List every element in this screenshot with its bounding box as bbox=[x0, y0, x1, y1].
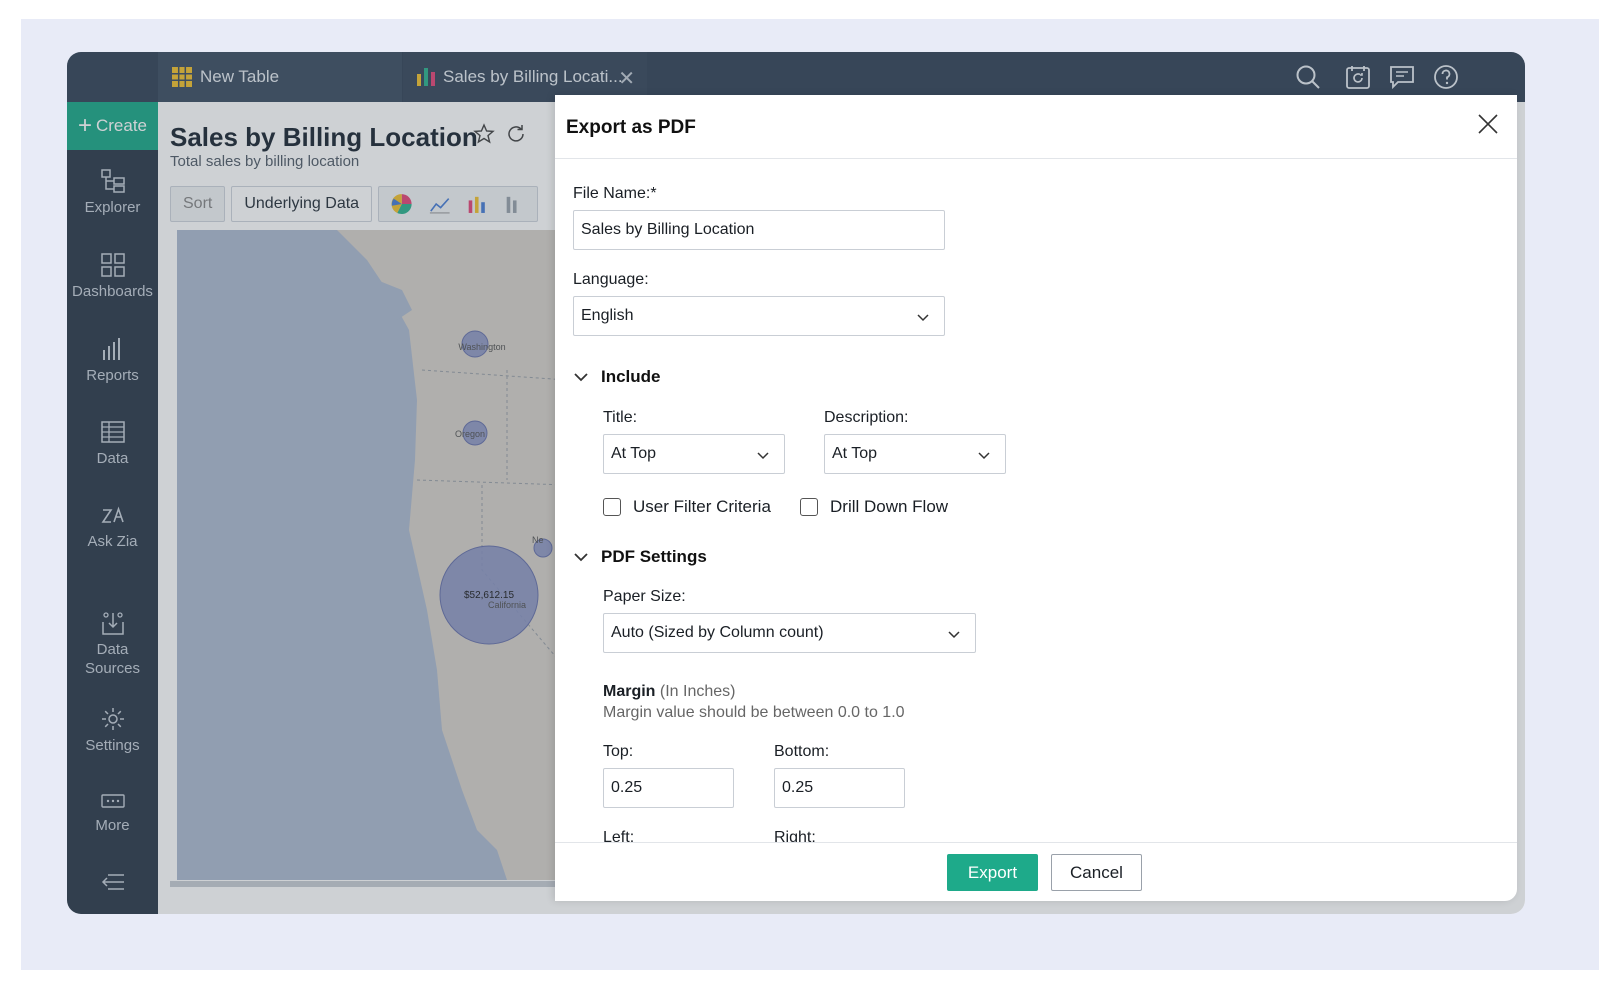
drill-down-label: Drill Down Flow bbox=[830, 497, 949, 516]
bottom-margin-value: 0.25 bbox=[782, 779, 814, 796]
paper-size-label: Paper Size: bbox=[603, 588, 686, 605]
right-margin-label: Right: bbox=[774, 829, 816, 842]
chevron-down-icon bbox=[978, 452, 990, 460]
chevron-down-icon bbox=[948, 631, 960, 639]
bottom-margin-input[interactable]: 0.25 bbox=[774, 768, 905, 808]
margin-hint: Margin value should be between 0.0 to 1.… bbox=[603, 704, 905, 721]
title-label: Title: bbox=[603, 409, 638, 426]
footer-divider bbox=[555, 842, 1517, 843]
divider bbox=[555, 158, 1517, 159]
description-position-value: At Top bbox=[832, 445, 878, 462]
close-icon[interactable] bbox=[1475, 111, 1501, 137]
chevron-down-icon bbox=[574, 553, 588, 562]
title-position-value: At Top bbox=[611, 445, 657, 462]
cancel-button[interactable]: Cancel bbox=[1051, 854, 1142, 891]
language-value: English bbox=[581, 307, 634, 324]
left-margin-label: Left: bbox=[603, 829, 635, 842]
export-button[interactable]: Export bbox=[947, 854, 1038, 891]
margin-label: Margin bbox=[603, 683, 656, 700]
margin-unit: (In Inches) bbox=[659, 683, 736, 700]
user-filter-label: User Filter Criteria bbox=[633, 497, 771, 516]
file-name-value: Sales by Billing Location bbox=[581, 221, 755, 238]
paper-size-value: Auto (Sized by Column count) bbox=[611, 624, 824, 641]
export-pdf-dialog: Export as PDF File Name:* Sales by Billi… bbox=[555, 95, 1517, 901]
margin-heading: Margin (In Inches) bbox=[603, 683, 736, 701]
chevron-down-icon bbox=[757, 452, 769, 460]
include-section-toggle[interactable]: Include bbox=[573, 367, 661, 387]
checkbox-box[interactable] bbox=[603, 498, 621, 516]
dialog-title: Export as PDF bbox=[566, 117, 696, 138]
language-select[interactable]: English bbox=[573, 296, 945, 336]
scroll-clip: Left: Right: bbox=[555, 823, 1517, 842]
bottom-margin-label: Bottom: bbox=[774, 743, 830, 760]
paper-size-select[interactable]: Auto (Sized by Column count) bbox=[603, 613, 976, 653]
user-filter-checkbox[interactable]: User Filter Criteria bbox=[603, 497, 771, 517]
chevron-down-icon bbox=[574, 373, 588, 382]
include-label: Include bbox=[601, 367, 661, 386]
file-name-input[interactable]: Sales by Billing Location bbox=[573, 210, 945, 250]
file-name-label: File Name:* bbox=[573, 185, 657, 202]
description-position-select[interactable]: At Top bbox=[824, 434, 1006, 474]
chevron-down-icon bbox=[917, 314, 929, 322]
top-margin-label: Top: bbox=[603, 743, 634, 760]
pdf-settings-label: PDF Settings bbox=[601, 547, 707, 566]
pdf-settings-section-toggle[interactable]: PDF Settings bbox=[573, 547, 707, 567]
language-label: Language: bbox=[573, 271, 649, 288]
top-margin-value: 0.25 bbox=[611, 779, 643, 796]
title-position-select[interactable]: At Top bbox=[603, 434, 785, 474]
drill-down-checkbox[interactable]: Drill Down Flow bbox=[800, 497, 948, 517]
description-label: Description: bbox=[824, 409, 909, 426]
checkbox-box[interactable] bbox=[800, 498, 818, 516]
top-margin-input[interactable]: 0.25 bbox=[603, 768, 734, 808]
